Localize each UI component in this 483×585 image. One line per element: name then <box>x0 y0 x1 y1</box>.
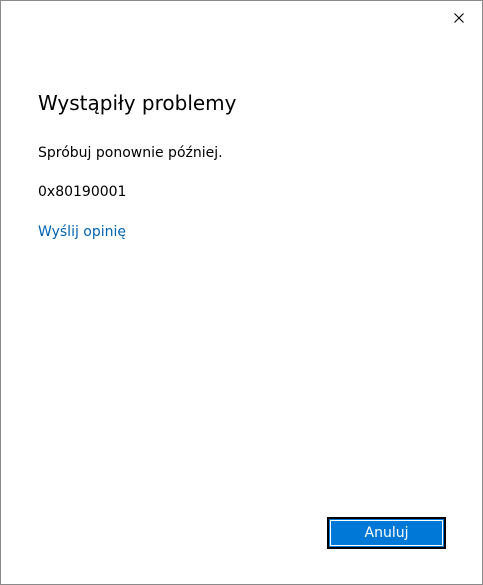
close-icon <box>454 13 464 23</box>
cancel-button[interactable]: Anuluj <box>327 517 446 549</box>
close-button[interactable] <box>444 5 474 31</box>
error-code: 0x80190001 <box>38 184 127 200</box>
error-dialog: Wystąpiły problemy Spróbuj ponownie późn… <box>0 0 483 585</box>
send-feedback-link[interactable]: Wyślij opinię <box>38 222 126 242</box>
dialog-title: Wystąpiły problemy <box>38 91 237 115</box>
error-message: Spróbuj ponownie później. <box>38 145 223 161</box>
